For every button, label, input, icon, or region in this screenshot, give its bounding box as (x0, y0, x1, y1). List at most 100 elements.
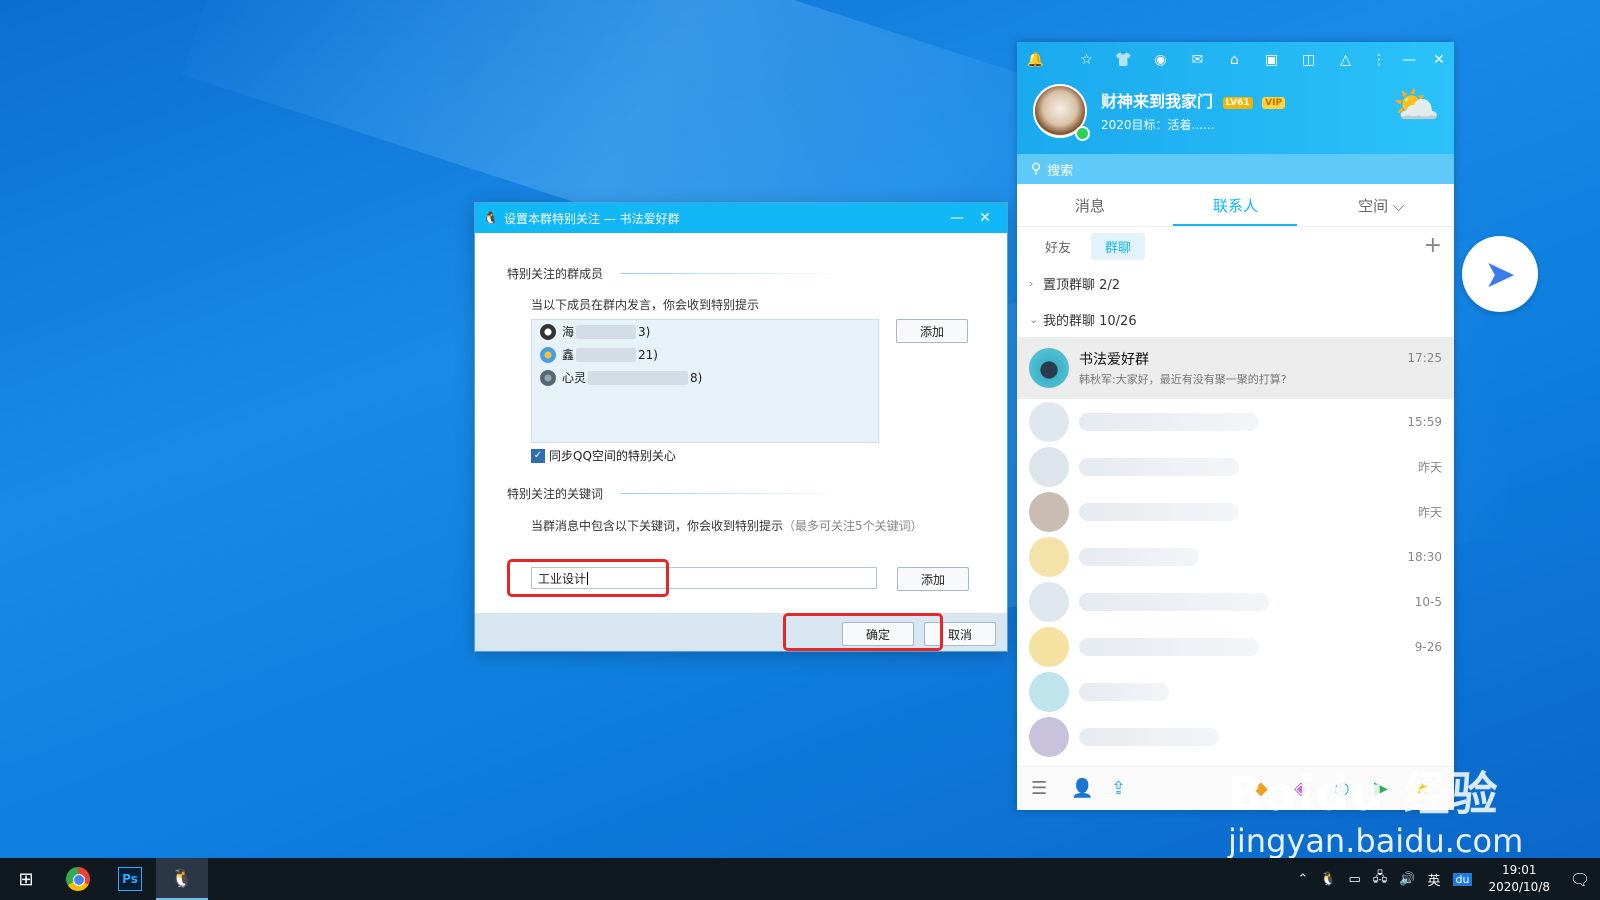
bag-icon[interactable]: ◫ (1290, 52, 1327, 68)
chrome-icon (66, 867, 90, 891)
group-name: 书法爱好群 (1079, 352, 1149, 368)
floating-bird-icon[interactable]: ➤ (1462, 236, 1538, 312)
add-keyword-button[interactable]: 添加 (897, 567, 969, 591)
sync-qzone-option[interactable]: ✓ 同步QQ空间的特别关心 (531, 447, 676, 464)
avatar (1029, 626, 1069, 667)
menu-icon[interactable]: ☰ (1031, 778, 1071, 799)
group-chat-row-selected[interactable]: 书法爱好群 韩秋军:大家好，最近有没有聚一聚的打算? 17:25 (1017, 337, 1454, 399)
table-row[interactable]: 15:59 (1017, 399, 1454, 444)
online-status-icon[interactable] (1075, 126, 1090, 141)
notification-icon[interactable]: 🗨 (1560, 870, 1600, 889)
member-list[interactable]: 海 3) 鑫 21) 心灵 8) (531, 319, 879, 443)
mail-icon[interactable]: ✉ (1179, 52, 1216, 68)
avatar (540, 346, 556, 363)
dialog-titlebar[interactable]: 🐧 设置本群特别关注 — 书法爱好群 — ✕ (475, 203, 1007, 233)
member-name: 心灵 (562, 371, 587, 385)
group-category-pinned[interactable]: › 置顶群聊 2/2 (1017, 265, 1454, 301)
user-nickname: 财神来到我家门 LV61 VIP (1101, 88, 1286, 112)
qq-tray-icon[interactable]: 🐧 (1320, 872, 1336, 887)
tab-qzone[interactable]: 空间 ⌵ (1308, 184, 1454, 226)
search-input[interactable]: 搜索 (1047, 160, 1073, 179)
message-time: 10-5 (1414, 594, 1442, 609)
wallet-icon[interactable]: ▣ (1253, 52, 1290, 68)
table-row[interactable] (1017, 669, 1454, 714)
system-tray: ⌃ 🐧 ▭ 🖧 🔊 英 du 19:01 2020/10/8 🗨 (1291, 858, 1600, 900)
more-icon[interactable]: ⋮ (1364, 52, 1394, 68)
active-tab-indicator (1173, 224, 1297, 226)
search-icon: ⚲ (1031, 161, 1042, 177)
table-row[interactable]: 9-26 (1017, 624, 1454, 669)
member-id: 3) (638, 324, 651, 339)
user-signature[interactable]: 2020目标：活着...... (1101, 116, 1214, 133)
avatar (540, 323, 556, 340)
list-item[interactable]: 海 3) (532, 320, 878, 343)
keywords-section-label: 特别关注的关键词 (507, 487, 604, 501)
highlight-box (783, 613, 943, 651)
search-bar[interactable]: ⚲ 搜索 (1017, 154, 1454, 184)
keywords-limit-note: （最多可关注5个关键词） (783, 519, 923, 533)
add-icon[interactable]: + (1424, 233, 1442, 258)
level-badge[interactable]: LV61 (1222, 96, 1253, 109)
redacted-text (1079, 727, 1219, 746)
section-divider (621, 273, 841, 274)
avatar (1029, 401, 1069, 442)
warning-icon[interactable]: △ (1327, 52, 1364, 68)
minimize-button[interactable]: — (1394, 52, 1424, 68)
tab-contacts[interactable]: 联系人 (1163, 184, 1309, 226)
message-time: 15:59 (1407, 414, 1442, 429)
redacted-text (1079, 637, 1259, 656)
taskbar-chrome[interactable] (52, 858, 104, 900)
star-icon[interactable]: ☆ (1068, 52, 1105, 68)
taskbar-photoshop[interactable]: Ps (104, 858, 156, 900)
volume-icon[interactable]: 🔊 (1399, 872, 1415, 887)
bell-icon[interactable]: 🔔 (1017, 52, 1054, 68)
table-row[interactable]: 18:30 (1017, 534, 1454, 579)
minimize-button[interactable]: — (943, 210, 971, 226)
ime-indicator[interactable]: 英 (1427, 870, 1440, 889)
checkbox-checked[interactable]: ✓ (531, 448, 545, 463)
close-button[interactable]: ✕ (971, 210, 999, 226)
table-row[interactable]: 昨天 (1017, 489, 1454, 534)
taskbar-qq[interactable]: 🐧 (156, 858, 208, 900)
qq-penguin-icon: 🐧 (170, 867, 194, 889)
add-member-button[interactable]: 添加 (896, 319, 968, 343)
avatar (540, 369, 556, 386)
list-item[interactable]: 心灵 8) (532, 366, 878, 389)
redacted-text (576, 324, 637, 339)
add-contact-icon[interactable]: 👤 (1071, 778, 1111, 799)
windows-start-icon[interactable]: ⊞ (0, 858, 52, 900)
clock[interactable]: 19:01 2020/10/8 (1488, 862, 1550, 896)
members-section-label: 特别关注的群成员 (507, 267, 604, 281)
baidu-tray-icon[interactable]: du (1452, 872, 1473, 886)
group-category-mine[interactable]: ⌄ 我的群聊 10/26 (1017, 301, 1454, 337)
battery-icon[interactable]: ▭ (1349, 872, 1361, 887)
contact-subtabs: 好友 群聊 + (1017, 227, 1454, 265)
message-time: 昨天 (1417, 460, 1442, 474)
tab-messages[interactable]: 消息 (1017, 184, 1163, 226)
sync-checkbox-label: 同步QQ空间的特别关心 (549, 449, 676, 463)
subtab-groups[interactable]: 群聊 (1091, 232, 1146, 260)
chevron-up-icon[interactable]: ⌃ (1297, 872, 1308, 887)
message-time: 9-26 (1414, 639, 1442, 654)
special-attention-dialog: 🐧 设置本群特别关注 — 书法爱好群 — ✕ 特别关注的群成员 当以下成员在群内… (475, 203, 1007, 651)
members-hint: 当以下成员在群内发言，你会收到特别提示 (531, 298, 760, 312)
table-row[interactable]: 昨天 (1017, 444, 1454, 489)
gift-icon[interactable]: ⌂ (1216, 52, 1253, 68)
weather-icon[interactable]: ⛅ (1393, 86, 1440, 124)
avatar (1029, 491, 1069, 532)
table-row[interactable] (1017, 714, 1454, 759)
member-id: 8) (690, 370, 703, 385)
nickname-text: 财神来到我家门 (1101, 92, 1214, 111)
qq-toolbar: 🔔 ☆ 👕 ◉ ✉ ⌂ ▣ ◫ △ ⋮ — ✕ (1017, 50, 1454, 70)
shirt-icon[interactable]: 👕 (1105, 52, 1142, 68)
highlight-box (507, 559, 669, 597)
file-transfer-icon[interactable]: ⇪ (1111, 778, 1151, 799)
close-button[interactable]: ✕ (1424, 52, 1454, 68)
list-item[interactable]: 鑫 21) (532, 343, 878, 366)
watermark: Baidu 经验 (1228, 767, 1500, 821)
network-icon[interactable]: 🖧 (1373, 868, 1388, 890)
medal-icon[interactable]: ◉ (1142, 52, 1179, 68)
subtab-friends[interactable]: 好友 (1031, 233, 1085, 260)
vip-badge[interactable]: VIP (1262, 96, 1286, 109)
table-row[interactable]: 10-5 (1017, 579, 1454, 624)
